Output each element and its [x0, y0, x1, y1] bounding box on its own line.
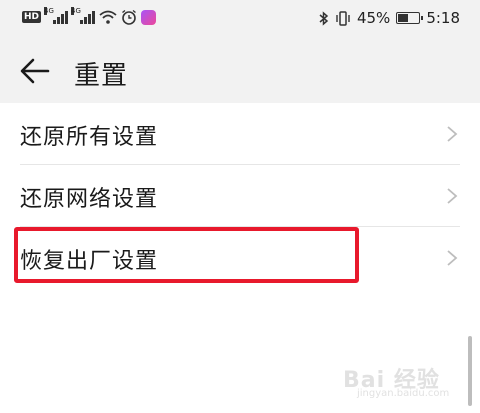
highlight-box: [14, 227, 359, 283]
list-item-reset-all-settings[interactable]: 还原所有设置: [0, 103, 480, 165]
signal-icon-2: 4G: [71, 7, 96, 24]
status-left: HD 4G 4G: [22, 7, 157, 25]
bluetooth-icon: [319, 10, 329, 26]
hd-badge: HD: [22, 11, 42, 23]
scrollbar[interactable]: [468, 336, 472, 406]
top-bar: HD 4G 4G 45% 5:18 重置: [0, 0, 480, 103]
list-item-reset-network-settings[interactable]: 还原网络设置: [0, 165, 480, 227]
list-item-label: 还原所有设置: [20, 125, 159, 150]
chevron-right-icon: [447, 188, 458, 204]
back-arrow-icon[interactable]: [20, 58, 50, 84]
list-item-label: 还原网络设置: [20, 187, 159, 212]
battery-percent: 45%: [356, 9, 391, 27]
wifi-icon: [99, 10, 117, 24]
chevron-right-icon: [447, 126, 458, 142]
vibrate-icon: [336, 10, 350, 26]
status-right: 45% 5:18: [319, 9, 460, 27]
watermark-logo: Bai 经验 jingyan.baidu.com: [343, 362, 449, 399]
clock: 5:18: [426, 9, 460, 27]
chevron-right-icon: [447, 250, 458, 266]
alarm-icon: [122, 9, 136, 25]
network-type-label-2: 4G: [71, 7, 81, 15]
app-notification-icon: [141, 9, 157, 25]
watermark-subtext: jingyan.baidu.com: [357, 388, 450, 399]
battery-icon: [396, 12, 424, 24]
signal-icon: 4G: [44, 7, 69, 24]
page-title: 重置: [74, 61, 129, 91]
app-header: 重置: [0, 48, 480, 96]
status-bar: HD 4G 4G 45% 5:18: [0, 0, 480, 36]
network-type-label: 4G: [44, 7, 54, 15]
